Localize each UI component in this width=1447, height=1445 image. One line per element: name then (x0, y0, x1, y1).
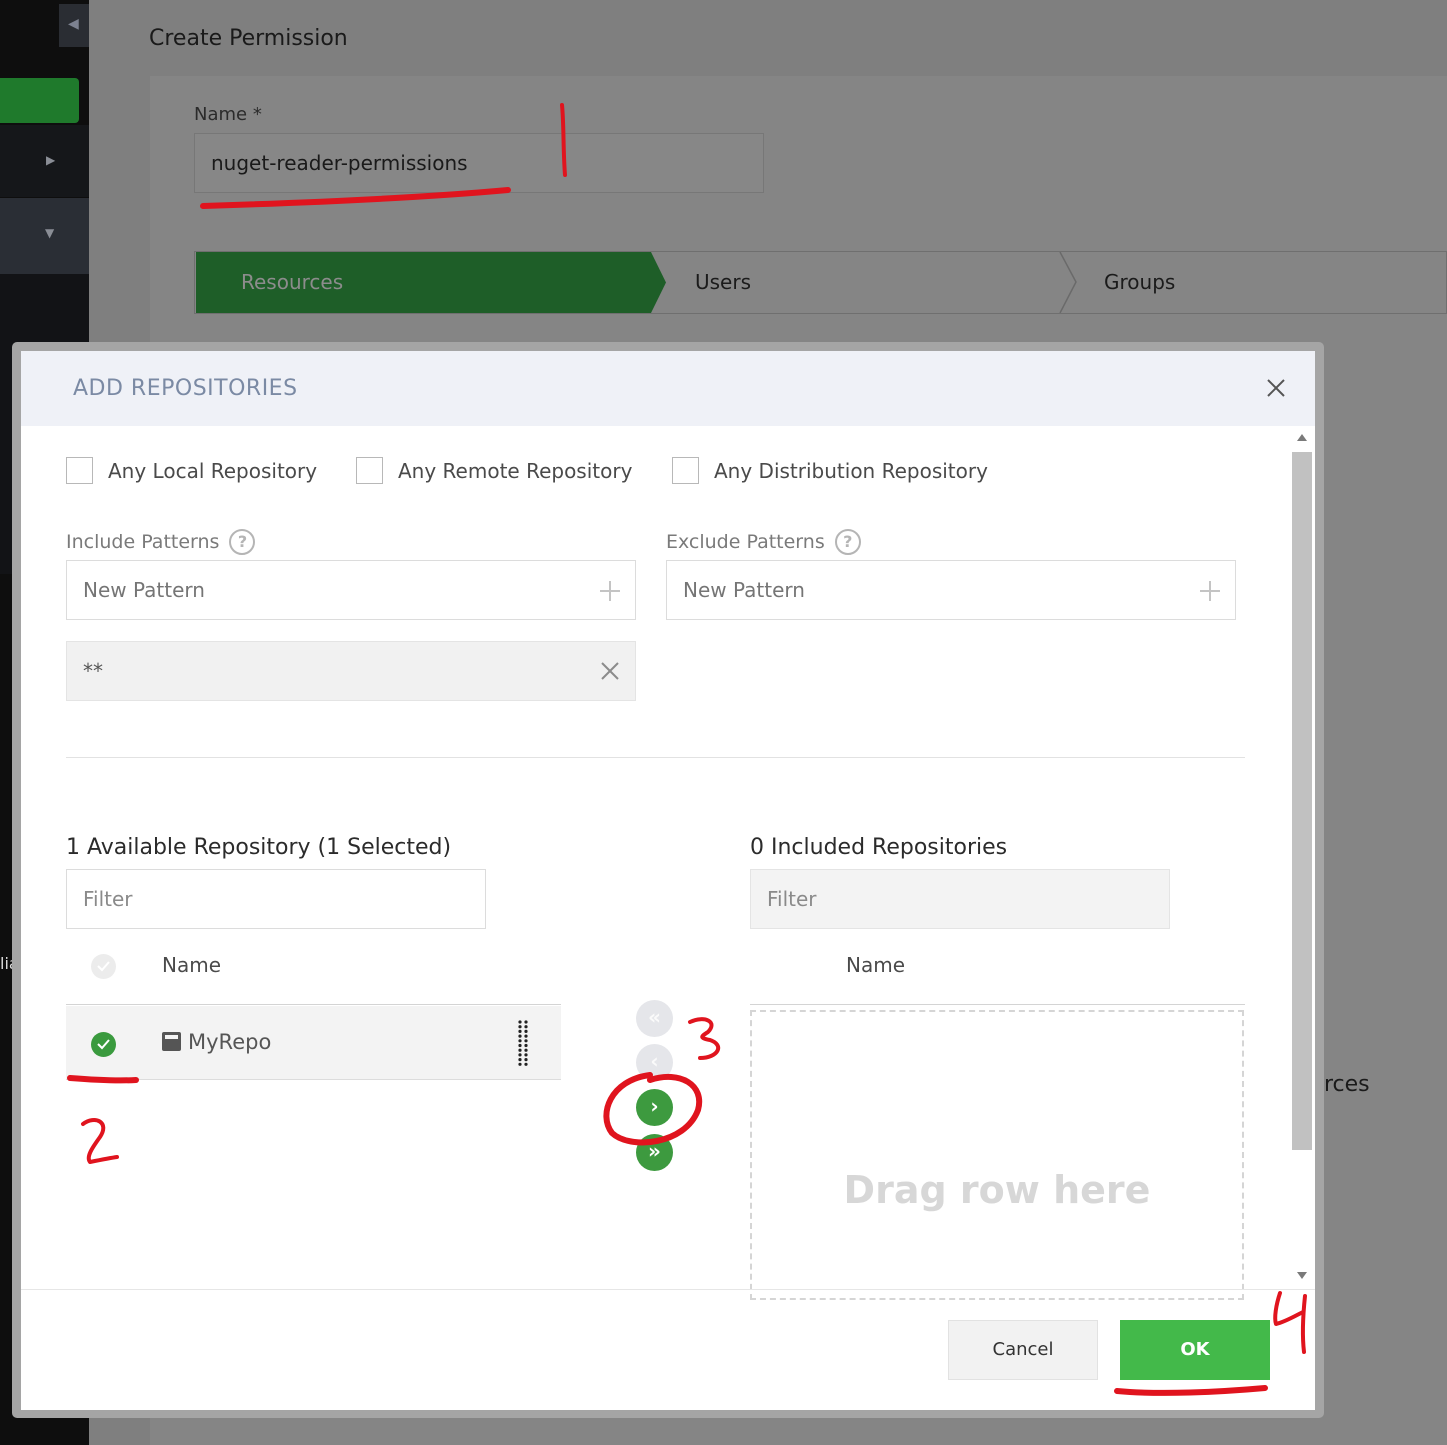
repository-icon (162, 1032, 181, 1051)
chevron-left-icon: ◀ (68, 16, 79, 32)
available-name-column-header[interactable]: Name (162, 953, 221, 977)
scrollbar-thumb[interactable] (1292, 452, 1312, 1150)
cancel-button[interactable]: Cancel (948, 1320, 1098, 1380)
sidebar-active-item[interactable] (0, 78, 79, 123)
header-divider (750, 1004, 1245, 1005)
exclude-pattern-input[interactable] (683, 578, 1163, 602)
exclude-patterns-label: Exclude Patterns (666, 531, 825, 553)
footer-divider (21, 1289, 1315, 1290)
plus-icon[interactable] (1199, 580, 1221, 602)
any-local-repository-label: Any Local Repository (108, 458, 318, 483)
drag-handle-icon[interactable] (517, 1019, 529, 1067)
caret-down-icon: ▼ (45, 226, 55, 240)
row-selected-checkbox[interactable] (91, 1032, 116, 1057)
check-icon (97, 1039, 110, 1050)
modal-title: ADD REPOSITORIES (73, 376, 298, 401)
add-repositories-modal: ADD REPOSITORIES Any Local Repository An… (21, 351, 1315, 1410)
step-divider (1059, 252, 1077, 313)
step-resources[interactable]: Resources (196, 252, 666, 313)
any-remote-repository-option[interactable]: Any Remote Repository (356, 457, 632, 484)
move-all-right-button[interactable]: » (636, 1134, 673, 1171)
any-local-repository-option[interactable]: Any Local Repository (66, 457, 317, 484)
caret-right-icon: ▶ (46, 153, 56, 167)
ok-button[interactable]: OK (1120, 1320, 1270, 1380)
included-repositories-title: 0 Included Repositories (750, 835, 1008, 860)
help-icon[interactable]: ? (834, 529, 861, 555)
repository-name: MyRepo (188, 1030, 272, 1054)
any-distribution-repository-option[interactable]: Any Distribution Repository (672, 457, 988, 484)
sidebar-item-expanded[interactable]: ▼ (0, 198, 89, 274)
sidebar-collapse-button[interactable]: ◀ (59, 4, 89, 47)
close-icon[interactable] (1265, 377, 1287, 399)
included-filter-field (750, 869, 1170, 929)
modal-scrollbar[interactable] (1289, 426, 1315, 1289)
exclude-patterns-header: Exclude Patterns ? (666, 529, 861, 555)
scroll-down-arrow-icon[interactable] (1297, 1272, 1307, 1279)
drop-zone[interactable]: Drag row here (750, 1010, 1244, 1300)
available-filter-input[interactable] (83, 887, 463, 911)
any-distribution-repository-label: Any Distribution Repository (714, 458, 988, 483)
include-pattern-field (66, 560, 636, 620)
include-pattern-chip: ** (66, 641, 636, 701)
sidebar-item[interactable]: ▶ (0, 125, 89, 197)
plus-icon[interactable] (599, 580, 621, 602)
available-repositories-title: 1 Available Repository (1 Selected) (66, 835, 452, 860)
included-filter-input[interactable] (767, 887, 1147, 911)
step-groups[interactable]: Groups (1104, 270, 1175, 294)
section-divider (66, 757, 1245, 758)
any-local-repository-checkbox[interactable] (66, 457, 93, 484)
check-icon (97, 961, 110, 972)
include-patterns-header: Include Patterns ? (66, 529, 256, 555)
any-distribution-repository-checkbox[interactable] (672, 457, 699, 484)
move-left-button[interactable]: ‹ (636, 1044, 673, 1081)
page-title: Create Permission (149, 26, 348, 51)
move-right-button[interactable]: › (636, 1089, 673, 1126)
help-icon[interactable]: ? (229, 529, 256, 555)
modal-header: ADD REPOSITORIES (21, 351, 1315, 426)
name-input[interactable]: nuget-reader-permissions (194, 133, 764, 193)
include-pattern-value: ** (83, 659, 103, 683)
header-divider (66, 1004, 561, 1005)
remove-pattern-icon[interactable] (599, 660, 621, 682)
exclude-pattern-field (666, 560, 1236, 620)
available-filter-field (66, 869, 486, 929)
include-patterns-label: Include Patterns (66, 531, 220, 553)
step-resources-label: Resources (241, 270, 344, 294)
step-users[interactable]: Users (695, 270, 751, 294)
scroll-up-arrow-icon[interactable] (1297, 434, 1307, 441)
any-remote-repository-checkbox[interactable] (356, 457, 383, 484)
move-all-left-button[interactable]: « (636, 1000, 673, 1037)
any-remote-repository-label: Any Remote Repository (398, 458, 633, 483)
include-pattern-input[interactable] (83, 578, 563, 602)
name-label: Name * (194, 104, 262, 125)
included-name-column-header[interactable]: Name (846, 953, 905, 977)
drop-zone-text: Drag row here (843, 1168, 1151, 1212)
select-all-checkbox[interactable] (91, 954, 116, 979)
table-row[interactable]: MyRepo (66, 1006, 561, 1080)
